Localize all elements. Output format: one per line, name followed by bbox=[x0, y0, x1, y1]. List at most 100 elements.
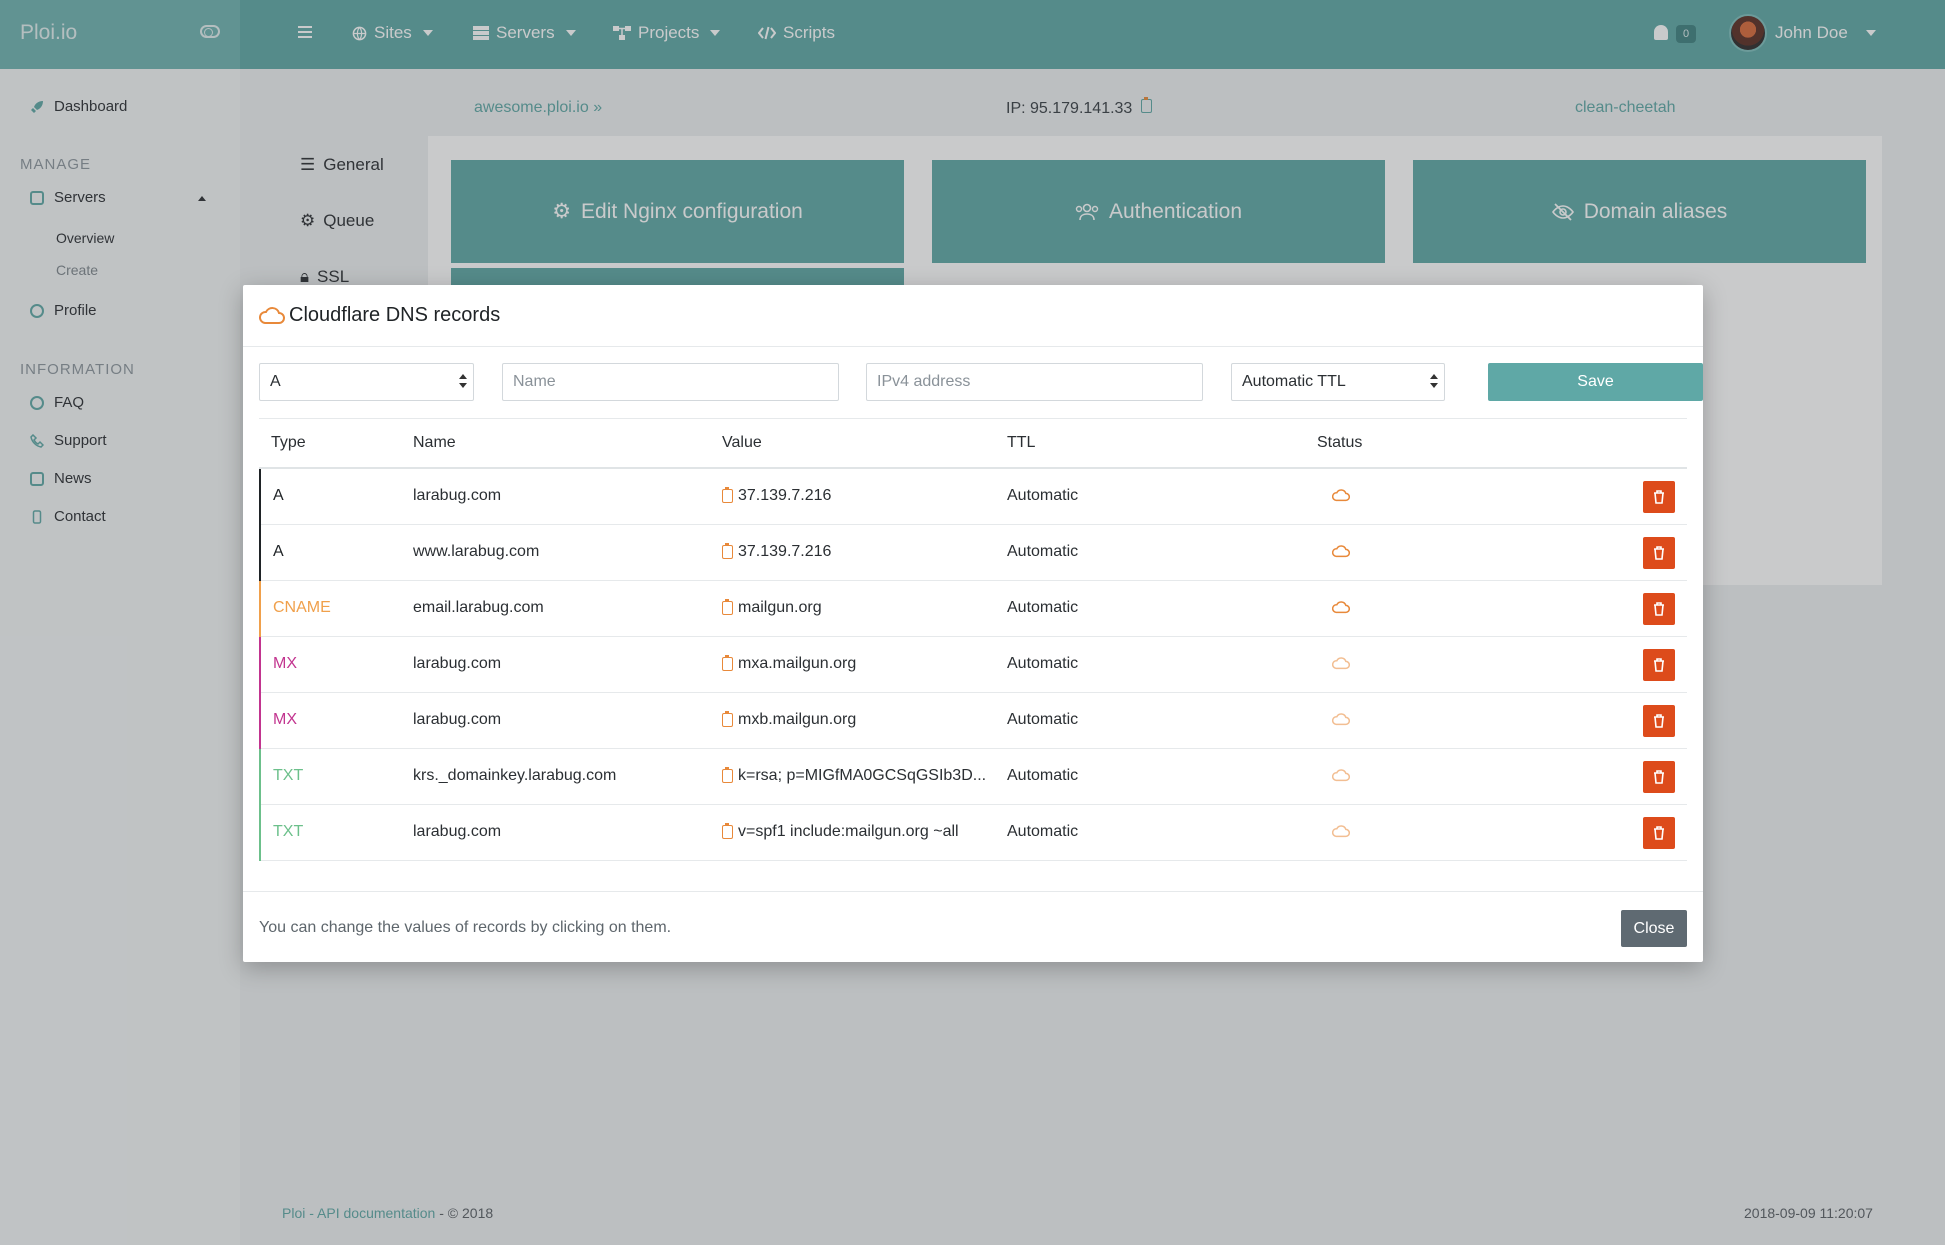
delete-record-button[interactable] bbox=[1643, 649, 1675, 681]
clipboard-icon[interactable] bbox=[722, 767, 733, 783]
record-type-value: A bbox=[270, 373, 281, 390]
record-name[interactable]: larabug.com bbox=[413, 711, 501, 729]
record-name[interactable]: larabug.com bbox=[413, 487, 501, 505]
trash-icon bbox=[1654, 490, 1664, 504]
record-value-cell[interactable]: 37.139.7.216 bbox=[722, 487, 831, 505]
select-arrows-icon bbox=[459, 374, 467, 390]
record-value-cell[interactable]: mxa.mailgun.org bbox=[722, 655, 856, 673]
record-value-cell[interactable]: mailgun.org bbox=[722, 599, 822, 617]
record-type-indicator bbox=[259, 637, 261, 693]
column-header-value: Value bbox=[722, 434, 762, 451]
delete-record-button[interactable] bbox=[1643, 817, 1675, 849]
record-type[interactable]: CNAME bbox=[273, 599, 331, 617]
clipboard-icon[interactable] bbox=[722, 543, 733, 559]
cloud-icon bbox=[259, 307, 285, 324]
record-type[interactable]: A bbox=[273, 487, 284, 505]
record-value[interactable]: mailgun.org bbox=[738, 599, 822, 617]
record-type[interactable]: MX bbox=[273, 711, 297, 729]
record-value-cell[interactable]: v=spf1 include:mailgun.org ~all bbox=[722, 823, 959, 841]
record-value[interactable]: k=rsa; p=MIGfMA0GCSqGSIb3D... bbox=[738, 767, 986, 785]
record-type-indicator bbox=[259, 693, 261, 749]
cloud-icon[interactable] bbox=[1332, 545, 1350, 558]
cloud-icon[interactable] bbox=[1332, 489, 1350, 502]
record-ttl[interactable]: Automatic bbox=[1007, 655, 1078, 673]
record-name[interactable]: www.larabug.com bbox=[413, 543, 539, 561]
record-type-indicator bbox=[259, 805, 261, 861]
record-name[interactable]: larabug.com bbox=[413, 655, 501, 673]
record-value[interactable]: 37.139.7.216 bbox=[738, 487, 831, 505]
record-ttl[interactable]: Automatic bbox=[1007, 711, 1078, 729]
table-header: Type Name Value TTL Status bbox=[259, 418, 1687, 469]
delete-record-button[interactable] bbox=[1643, 705, 1675, 737]
table-row[interactable]: TXT krs._domainkey.larabug.com k=rsa; p=… bbox=[259, 749, 1687, 805]
record-value-cell[interactable]: mxb.mailgun.org bbox=[722, 711, 856, 729]
record-value-cell[interactable]: 37.139.7.216 bbox=[722, 543, 831, 561]
close-button[interactable]: Close bbox=[1621, 910, 1687, 947]
trash-icon bbox=[1654, 658, 1664, 672]
record-type-indicator bbox=[259, 525, 261, 581]
delete-record-button[interactable] bbox=[1643, 537, 1675, 569]
trash-icon bbox=[1654, 546, 1664, 560]
record-ttl[interactable]: Automatic bbox=[1007, 599, 1078, 617]
record-value-input[interactable]: IPv4 address bbox=[866, 363, 1203, 401]
table-row[interactable]: TXT larabug.com v=spf1 include:mailgun.o… bbox=[259, 805, 1687, 861]
record-value[interactable]: mxa.mailgun.org bbox=[738, 655, 856, 673]
record-name[interactable]: email.larabug.com bbox=[413, 599, 544, 617]
trash-icon bbox=[1654, 770, 1664, 784]
column-header-type: Type bbox=[271, 434, 306, 451]
delete-record-button[interactable] bbox=[1643, 761, 1675, 793]
trash-icon bbox=[1654, 714, 1664, 728]
record-type[interactable]: TXT bbox=[273, 823, 303, 841]
clipboard-icon[interactable] bbox=[722, 823, 733, 839]
record-ttl[interactable]: Automatic bbox=[1007, 823, 1078, 841]
record-ttl[interactable]: Automatic bbox=[1007, 543, 1078, 561]
delete-record-button[interactable] bbox=[1643, 593, 1675, 625]
column-header-ttl: TTL bbox=[1007, 434, 1036, 451]
record-type[interactable]: TXT bbox=[273, 767, 303, 785]
column-header-name: Name bbox=[413, 434, 456, 451]
trash-icon bbox=[1654, 602, 1664, 616]
table-row[interactable]: CNAME email.larabug.com mailgun.org Auto… bbox=[259, 581, 1687, 637]
record-type[interactable]: A bbox=[273, 543, 284, 561]
clipboard-icon[interactable] bbox=[722, 655, 733, 671]
cloud-icon[interactable] bbox=[1332, 769, 1350, 782]
record-ttl[interactable]: Automatic bbox=[1007, 767, 1078, 785]
modal-header: Cloudflare DNS records bbox=[243, 285, 1703, 347]
record-type-select[interactable]: A bbox=[259, 363, 474, 401]
record-type[interactable]: MX bbox=[273, 655, 297, 673]
record-value-cell[interactable]: k=rsa; p=MIGfMA0GCSqGSIb3D... bbox=[722, 767, 986, 785]
ttl-value: Automatic TTL bbox=[1242, 373, 1346, 390]
clipboard-icon[interactable] bbox=[722, 487, 733, 503]
table-row[interactable]: A larabug.com 37.139.7.216 Automatic bbox=[259, 469, 1687, 525]
trash-icon bbox=[1654, 826, 1664, 840]
save-button[interactable]: Save bbox=[1488, 363, 1703, 401]
record-name-input[interactable]: Name bbox=[502, 363, 839, 401]
ttl-select[interactable]: Automatic TTL bbox=[1231, 363, 1445, 401]
add-record-form: A Name IPv4 address Automatic TTL Save bbox=[259, 363, 1703, 403]
cloud-icon[interactable] bbox=[1332, 825, 1350, 838]
record-ttl[interactable]: Automatic bbox=[1007, 487, 1078, 505]
cloud-icon[interactable] bbox=[1332, 713, 1350, 726]
modal-title: Cloudflare DNS records bbox=[289, 304, 501, 326]
clipboard-icon[interactable] bbox=[722, 711, 733, 727]
footer-note: You can change the values of records by … bbox=[259, 919, 672, 936]
record-value[interactable]: mxb.mailgun.org bbox=[738, 711, 856, 729]
record-name[interactable]: larabug.com bbox=[413, 823, 501, 841]
cloudflare-dns-modal: Cloudflare DNS records A Name IPv4 addre… bbox=[243, 285, 1703, 962]
modal-footer: You can change the values of records by … bbox=[243, 891, 1703, 962]
record-name[interactable]: krs._domainkey.larabug.com bbox=[413, 767, 616, 785]
cloud-icon[interactable] bbox=[1332, 657, 1350, 670]
table-row[interactable]: MX larabug.com mxa.mailgun.org Automatic bbox=[259, 637, 1687, 693]
column-header-status: Status bbox=[1317, 434, 1363, 451]
table-row[interactable]: MX larabug.com mxb.mailgun.org Automatic bbox=[259, 693, 1687, 749]
table-row[interactable]: A www.larabug.com 37.139.7.216 Automatic bbox=[259, 525, 1687, 581]
record-value[interactable]: 37.139.7.216 bbox=[738, 543, 831, 561]
clipboard-icon[interactable] bbox=[722, 599, 733, 615]
record-value[interactable]: v=spf1 include:mailgun.org ~all bbox=[738, 823, 959, 841]
delete-record-button[interactable] bbox=[1643, 481, 1675, 513]
cloud-icon[interactable] bbox=[1332, 601, 1350, 614]
dns-records-table: Type Name Value TTL Status A larabug.com… bbox=[259, 418, 1687, 861]
record-type-indicator bbox=[259, 469, 261, 525]
record-type-indicator bbox=[259, 581, 261, 637]
record-type-indicator bbox=[259, 749, 261, 805]
